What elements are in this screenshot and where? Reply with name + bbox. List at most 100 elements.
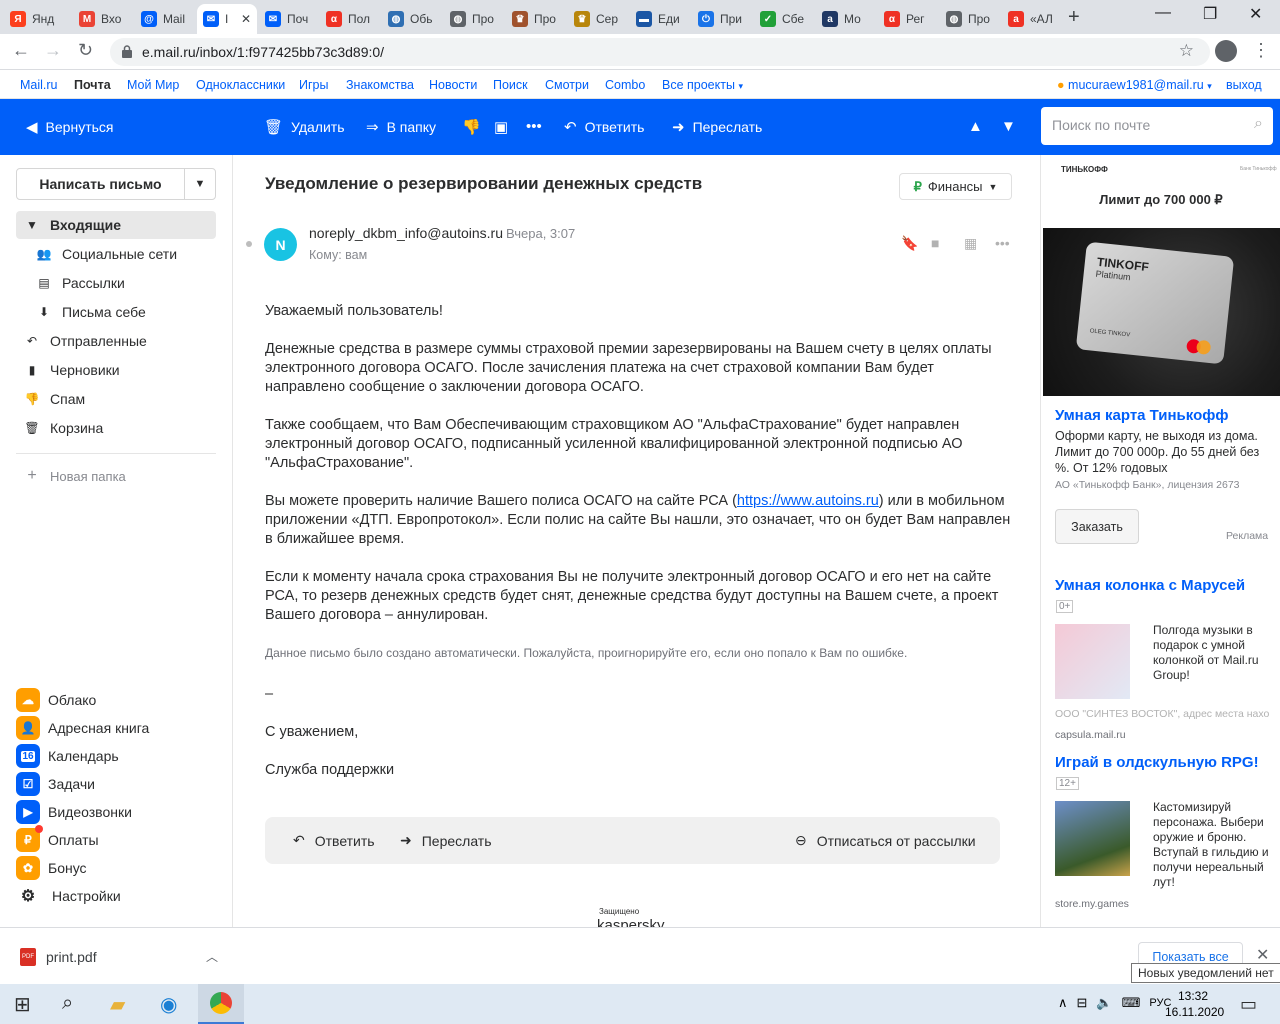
download-item[interactable]: PDF print.pdf (0, 928, 233, 985)
reply-button[interactable]: ↶ Ответить (564, 118, 644, 136)
ad3-title[interactable]: Играй в олдскульную RPG! (1055, 754, 1259, 771)
unsubscribe-button[interactable]: ⊖ Отписаться от рассылки (795, 832, 976, 849)
archive-button[interactable]: ▣ (494, 118, 508, 136)
move-to-folder-button[interactable]: ⇒ В папку (366, 118, 436, 136)
reload-icon[interactable]: ↻ (78, 40, 93, 61)
compose-dropdown-icon[interactable]: ▼ (185, 178, 215, 190)
browser-tab[interactable]: ♛ Сер (568, 4, 624, 34)
ad2-title[interactable]: Умная колонка с Марусей (1055, 577, 1245, 594)
browser-tab[interactable]: M Вхо (73, 4, 129, 34)
folder-self[interactable]: ⬇ Письма себе (28, 298, 216, 326)
folder-inbox[interactable]: ▼ Входящие (16, 211, 216, 239)
notifications-icon[interactable]: ▭ (1240, 994, 1257, 1015)
order-button[interactable]: Заказать (1055, 509, 1139, 544)
read-status-dot[interactable] (246, 241, 252, 247)
chrome-taskbar-icon[interactable] (198, 984, 244, 1024)
browser-tab[interactable]: ✓ Сбе (754, 4, 810, 34)
bookmark-icon[interactable]: 🔖 (901, 235, 918, 252)
browser-tab[interactable]: a Мо (816, 4, 872, 34)
search-icon[interactable]: ⌕ (1254, 115, 1263, 133)
chevron-up-icon[interactable]: ︿ (206, 948, 218, 965)
browser-tab[interactable]: a «АЛ (1002, 4, 1058, 34)
browser-menu-icon[interactable]: ⋮ (1252, 40, 1270, 61)
back-button[interactable]: ◀ Вернуться (26, 118, 113, 136)
back-arrow-icon[interactable]: ← (12, 40, 30, 61)
prev-message-button[interactable]: ▲ (968, 118, 983, 135)
close-window-icon[interactable]: ✕ (1249, 4, 1262, 24)
video-camera-icon[interactable]: ■ (931, 235, 939, 251)
reply-bottom-button[interactable]: ↶ Ответить (293, 832, 375, 849)
portal-link-moymir[interactable]: Мой Мир (127, 78, 179, 92)
compose-button[interactable]: Написать письмо ▼ (16, 168, 216, 200)
keyboard-icon[interactable]: ⌨ (1122, 995, 1141, 1011)
service-contacts[interactable]: 👤 Адресная книга (16, 714, 149, 742)
browser-tab[interactable]: ◍ Про (444, 4, 500, 34)
sender-avatar[interactable]: N (264, 228, 297, 261)
close-icon[interactable]: ✕ (1256, 945, 1269, 965)
more-button[interactable]: ••• (526, 118, 542, 135)
portal-link-dating[interactable]: Знакомства (346, 78, 414, 92)
bookmark-star-icon[interactable]: ☆ (1179, 41, 1194, 61)
browser-tab[interactable]: α Пол (320, 4, 376, 34)
sender-email[interactable]: noreply_dkbm_info@autoins.ru (309, 225, 503, 241)
service-tasks[interactable]: ☑ Задачи (16, 770, 95, 798)
tinkoff-card-image[interactable]: TINKOFF Platinum OLEG TINKOV (1043, 228, 1280, 396)
browser-tab[interactable]: ◍ Про (940, 4, 996, 34)
ad3-domain[interactable]: store.my.games (1055, 898, 1129, 910)
folder-trash[interactable]: 🗑 Корзина (16, 414, 216, 442)
browser-tab[interactable]: ⏻ При (692, 4, 748, 34)
folder-newsletters[interactable]: ▤ Рассылки (28, 269, 216, 297)
network-icon[interactable]: ⊟ (1077, 995, 1088, 1011)
clock[interactable]: 13:32 16.11.2020 (1165, 988, 1224, 1020)
volume-icon[interactable]: 🔈 (1096, 995, 1112, 1011)
address-bar[interactable]: e.mail.ru/inbox/1:f977425bb73c3d89:0/ ☆ (110, 38, 1210, 66)
forward-button[interactable]: ➜ Переслать (672, 118, 762, 136)
portal-link-mailru[interactable]: Mail.ru (20, 78, 58, 92)
tray-chevron-icon[interactable]: ∧ (1058, 995, 1068, 1011)
edge-icon[interactable]: ◉ (160, 992, 177, 1017)
search-input[interactable]: Поиск по почте ⌕ (1041, 107, 1273, 145)
ad1-title[interactable]: Умная карта Тинькофф (1055, 407, 1229, 424)
service-calendar[interactable]: 16 Календарь (16, 742, 119, 770)
folder-sent[interactable]: ↶ Отправленные (16, 327, 216, 355)
rpg-game-image[interactable] (1055, 801, 1130, 876)
portal-link-combo[interactable]: Combo (605, 78, 645, 92)
new-folder-button[interactable]: + Новая папка (16, 462, 216, 490)
portal-link-games[interactable]: Игры (299, 78, 328, 92)
portal-link-all-projects[interactable]: Все проекты ▾ (662, 78, 743, 92)
search-icon[interactable]: ⌕ (62, 992, 73, 1015)
browser-tab[interactable]: @ Mail (135, 4, 191, 34)
folder-spam[interactable]: 👎 Спам (16, 385, 216, 413)
calendar-icon[interactable]: ▦ (964, 235, 977, 252)
service-video[interactable]: ▶ Видеозвонки (16, 798, 132, 826)
restore-icon[interactable]: ❐ (1203, 4, 1217, 24)
delete-button[interactable]: 🗑 Удалить (264, 118, 345, 136)
folder-drafts[interactable]: ▮ Черновики (16, 356, 216, 384)
profile-avatar-icon[interactable] (1215, 40, 1237, 62)
next-message-button[interactable]: ▼ (1001, 118, 1016, 135)
forward-bottom-button[interactable]: ➜ Переслать (400, 832, 492, 849)
portal-link-ok[interactable]: Одноклассники (196, 78, 285, 92)
logout-link[interactable]: выход (1226, 78, 1262, 92)
close-tab-icon[interactable]: ✕ (241, 12, 251, 26)
new-tab-button[interactable]: + (1068, 6, 1080, 29)
browser-tab[interactable]: ◍ Обь (382, 4, 438, 34)
category-button[interactable]: ₽ Финансы ▼ (899, 173, 1012, 200)
tinkoff-logo[interactable]: ТИНЬКОФФ (1061, 165, 1108, 174)
windows-start-icon[interactable]: ⊞ (14, 992, 31, 1017)
service-payments[interactable]: ₽ Оплаты (16, 825, 99, 854)
minimize-icon[interactable]: — (1155, 4, 1171, 22)
folder-social[interactable]: 👥 Социальные сети (28, 240, 216, 268)
spam-button[interactable]: 👎 (462, 118, 481, 136)
browser-tab[interactable]: ♛ Про (506, 4, 562, 34)
portal-link-news[interactable]: Новости (429, 78, 477, 92)
browser-tab[interactable]: ✉ Поч (259, 4, 315, 34)
forward-arrow-icon[interactable]: → (44, 40, 62, 61)
user-menu[interactable]: ● mucuraew1981@mail.ru ▾ (1057, 78, 1212, 92)
portal-link-pochta[interactable]: Почта (74, 78, 111, 92)
portal-link-search[interactable]: Поиск (493, 78, 528, 92)
browser-tab[interactable]: α Рег (878, 4, 934, 34)
portal-link-watch[interactable]: Смотри (545, 78, 589, 92)
browser-tab[interactable]: Я Янд (4, 4, 60, 34)
service-cloud[interactable]: ☁ Облако (16, 686, 96, 714)
